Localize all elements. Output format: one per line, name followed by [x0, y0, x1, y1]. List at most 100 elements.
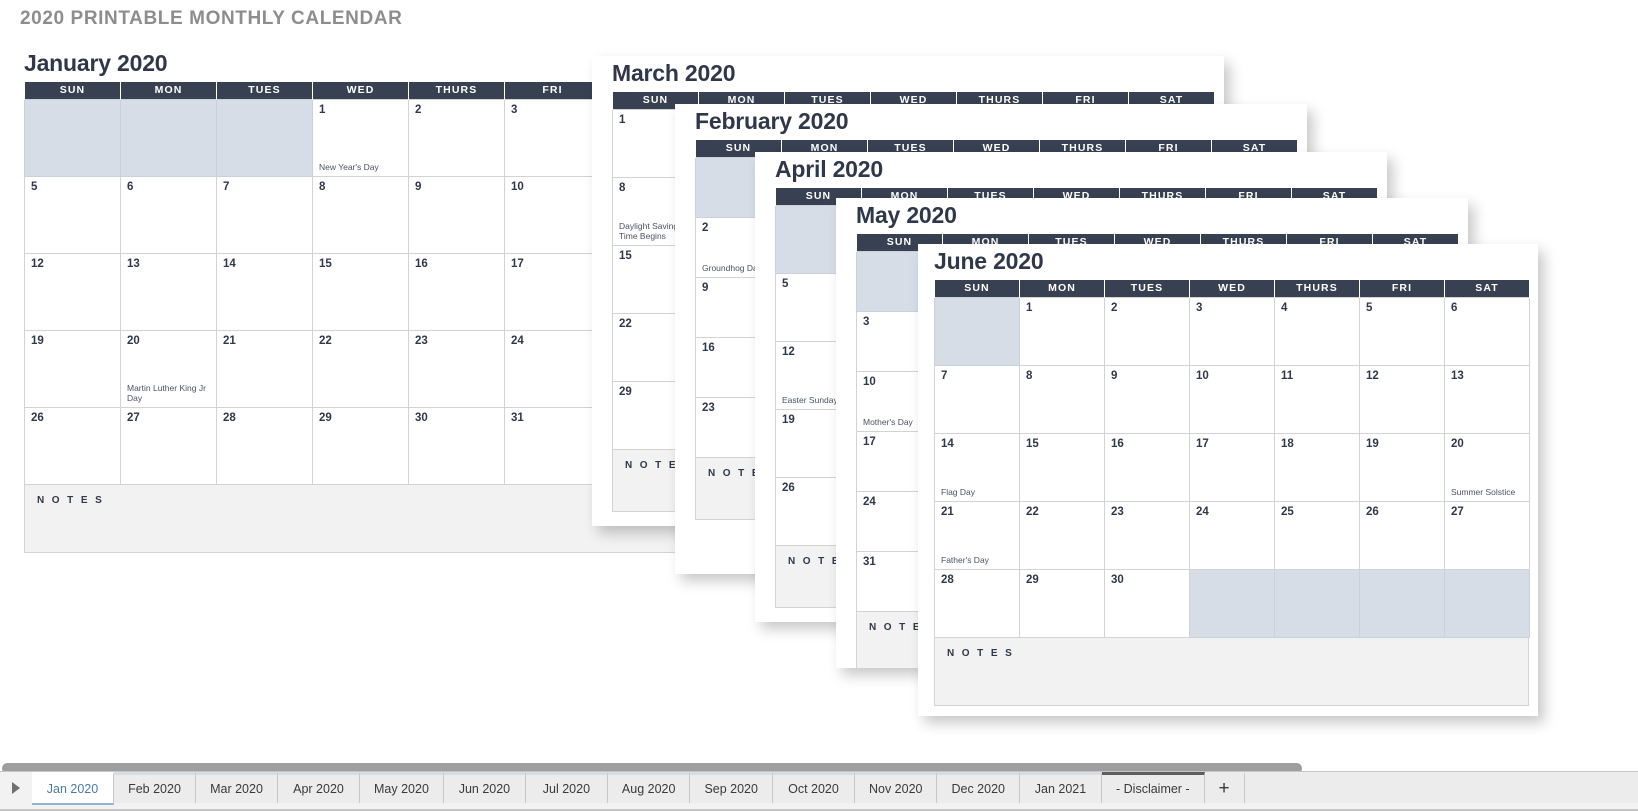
calendar-cell-day-27[interactable]: 27	[1444, 500, 1530, 570]
calendar-cell-day-28[interactable]: 28	[934, 568, 1020, 638]
calendar-cell-empty[interactable]	[216, 98, 313, 177]
calendar-cell-day-16[interactable]: 16	[1104, 432, 1190, 502]
calendar-cell-day-17[interactable]: 17	[504, 252, 601, 331]
calendar-cell-day-19[interactable]: 19	[24, 329, 121, 408]
calendar-cell-day-26[interactable]: 26	[1359, 500, 1445, 570]
calendar-grid-june: SUN MON TUES WED THURS FRI SAT 1 2 3 4 5 6 7 8 9 10 11 12 1…	[934, 280, 1530, 638]
sheet-tab-jul-2020[interactable]: Jul 2020	[525, 772, 608, 803]
sheet-tab-apr-2020[interactable]: Apr 2020	[278, 772, 360, 803]
sheet-tab-oct-2020[interactable]: Oct 2020	[772, 772, 855, 803]
calendar-cell-day-12[interactable]: 12	[24, 252, 121, 331]
calendar-cell-empty[interactable]	[934, 296, 1020, 366]
calendar-cell-day-11[interactable]: 11	[1274, 364, 1360, 434]
calendar-cell-day-3[interactable]: 3	[1189, 296, 1275, 366]
calendar-cell-day-10[interactable]: 10	[504, 175, 601, 254]
sheet-tab-may-2020[interactable]: May 2020	[360, 772, 444, 803]
calendar-cell-day-6[interactable]: 6	[120, 175, 217, 254]
day-number: 11	[1281, 369, 1294, 382]
calendar-cell-day-25[interactable]: 25	[1274, 500, 1360, 570]
day-number: 26	[1366, 505, 1379, 518]
calendar-cell-day-28[interactable]: 28	[216, 406, 313, 485]
sheet-tab-jun-2020[interactable]: Jun 2020	[443, 772, 526, 803]
sheet-tab-sep-2020[interactable]: Sep 2020	[690, 772, 773, 803]
day-number: 28	[223, 411, 236, 424]
sheet-tab-mar-2020[interactable]: Mar 2020	[196, 772, 278, 803]
day-number: 14	[223, 257, 236, 270]
calendar-cell-day-9[interactable]: 9	[1104, 364, 1190, 434]
calendar-cell-day-15[interactable]: 15	[1019, 432, 1105, 502]
calendar-cell-day-4[interactable]: 4	[1274, 296, 1360, 366]
calendar-cell-day-22[interactable]: 22	[1019, 500, 1105, 570]
add-sheet-button[interactable]: +	[1204, 772, 1245, 803]
sheet-tab-jan-2020[interactable]: Jan 2020	[32, 772, 114, 805]
day-number: 23	[1111, 505, 1124, 518]
weekday-header-fri: FRI	[1359, 280, 1445, 297]
calendar-cell-day-18[interactable]: 18	[1274, 432, 1360, 502]
calendar-cell-day-21[interactable]: 21	[216, 329, 313, 408]
calendar-cell-day-17[interactable]: 17	[1189, 432, 1275, 502]
calendar-cell-day-27[interactable]: 27	[120, 406, 217, 485]
horizontal-scrollbar[interactable]	[0, 756, 1638, 774]
calendar-cell-empty[interactable]	[1444, 568, 1530, 638]
calendar-cell-empty[interactable]	[1274, 568, 1360, 638]
calendar-cell-day-29[interactable]: 29	[312, 406, 409, 485]
sheet-tab-dec-2020[interactable]: Dec 2020	[937, 772, 1020, 803]
calendar-cell-day-5[interactable]: 5	[24, 175, 121, 254]
calendar-week-row: 21 Father's Day 22 23 24 25 26 27	[934, 500, 1530, 570]
calendar-cell-day-2[interactable]: 2	[408, 98, 505, 177]
calendar-cell-day-14[interactable]: 14	[216, 252, 313, 331]
day-number: 12	[1366, 369, 1379, 382]
calendar-cell-day-1[interactable]: 1 New Year's Day	[312, 98, 409, 177]
sheet-tab-jan-2021[interactable]: Jan 2021	[1020, 772, 1102, 803]
calendar-cell-day-14[interactable]: 14 Flag Day	[934, 432, 1020, 502]
calendar-cell-empty[interactable]	[24, 98, 121, 177]
calendar-cell-day-8[interactable]: 8	[312, 175, 409, 254]
sheet-tab-feb-2020[interactable]: Feb 2020	[114, 772, 196, 803]
calendar-cell-day-13[interactable]: 13	[1444, 364, 1530, 434]
calendar-cell-day-26[interactable]: 26	[24, 406, 121, 485]
holiday-label: Summer Solstice	[1451, 486, 1516, 497]
tab-nav-arrow-icon[interactable]	[0, 772, 32, 803]
sheet-tab-aug-2020[interactable]: Aug 2020	[607, 772, 691, 803]
calendar-cell-day-22[interactable]: 22	[312, 329, 409, 408]
calendar-cell-day-19[interactable]: 19	[1359, 432, 1445, 502]
calendar-cell-empty[interactable]	[1189, 568, 1275, 638]
day-number: 30	[1111, 573, 1124, 586]
day-number: 6	[127, 180, 134, 193]
calendar-cell-day-21[interactable]: 21 Father's Day	[934, 500, 1020, 570]
calendar-cell-day-30[interactable]: 30	[408, 406, 505, 485]
calendar-cell-empty[interactable]	[1359, 568, 1445, 638]
calendar-cell-day-20[interactable]: 20 Summer Solstice	[1444, 432, 1530, 502]
calendar-cell-day-23[interactable]: 23	[408, 329, 505, 408]
weekday-header-mon: MON	[1019, 280, 1105, 297]
notes-section-june[interactable]: N O T E S	[934, 637, 1529, 706]
calendar-cell-day-31[interactable]: 31	[504, 406, 601, 485]
calendar-cell-day-3[interactable]: 3	[504, 98, 601, 177]
calendar-cell-day-23[interactable]: 23	[1104, 500, 1190, 570]
calendar-cell-day-10[interactable]: 10	[1189, 364, 1275, 434]
calendar-cell-day-7[interactable]: 7	[216, 175, 313, 254]
calendar-cell-day-9[interactable]: 9	[408, 175, 505, 254]
calendar-cell-day-29[interactable]: 29	[1019, 568, 1105, 638]
sheet-tab-disclaimer[interactable]: - Disclaimer -	[1102, 772, 1205, 803]
calendar-cell-day-24[interactable]: 24	[1189, 500, 1275, 570]
calendar-cell-day-6[interactable]: 6	[1444, 296, 1530, 366]
calendar-cell-day-5[interactable]: 5	[1359, 296, 1445, 366]
calendar-cell-empty[interactable]	[120, 98, 217, 177]
calendar-cell-day-1[interactable]: 1	[1019, 296, 1105, 366]
calendar-cell-day-16[interactable]: 16	[408, 252, 505, 331]
calendar-cell-day-20[interactable]: 20 Martin Luther King Jr Day	[120, 329, 217, 408]
calendar-cell-day-24[interactable]: 24	[504, 329, 601, 408]
day-number: 8	[1026, 369, 1033, 382]
sheet-tabs: Jan 2020 Feb 2020 Mar 2020 Apr 2020 May 2020…	[32, 772, 1205, 805]
calendar-cell-day-7[interactable]: 7	[934, 364, 1020, 434]
weekday-header-tues: TUES	[216, 82, 313, 99]
calendar-cell-day-13[interactable]: 13	[120, 252, 217, 331]
sheet-tab-nov-2020[interactable]: Nov 2020	[854, 772, 938, 803]
calendar-cell-day-30[interactable]: 30	[1104, 568, 1190, 638]
calendar-cell-day-15[interactable]: 15	[312, 252, 409, 331]
calendar-cell-day-2[interactable]: 2	[1104, 296, 1190, 366]
calendar-cell-day-8[interactable]: 8	[1019, 364, 1105, 434]
calendar-cell-day-12[interactable]: 12	[1359, 364, 1445, 434]
tab-bar-filler	[1244, 772, 1638, 803]
